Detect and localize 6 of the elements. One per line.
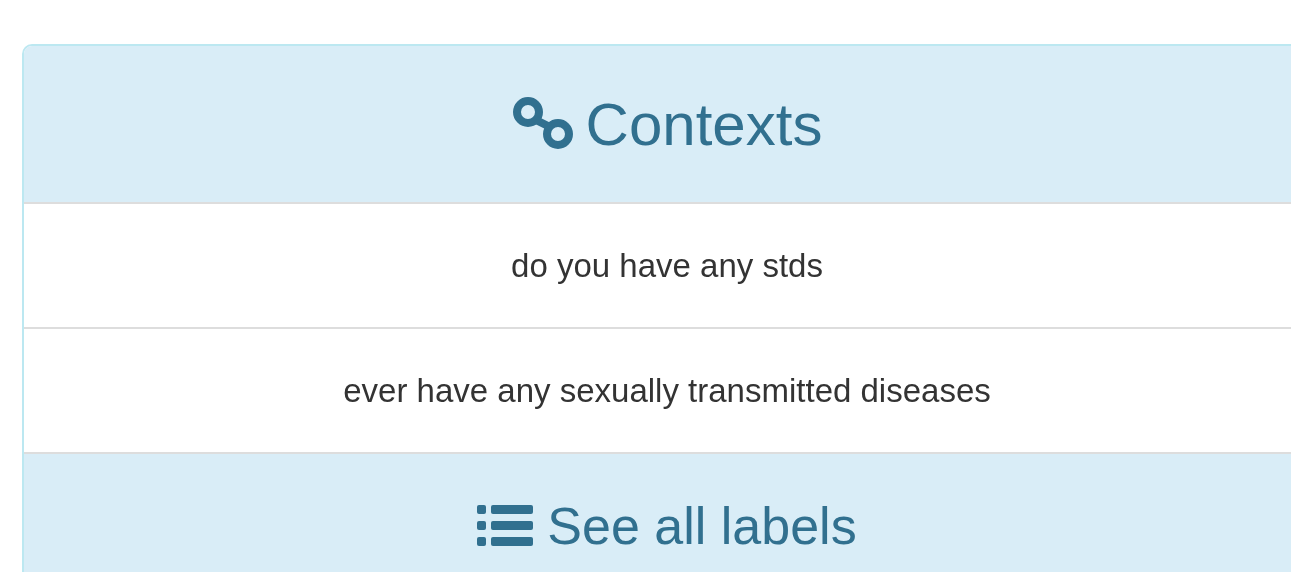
see-all-labels-link[interactable]: See all labels xyxy=(547,496,857,556)
link-icon xyxy=(511,96,576,152)
context-text: do you have any stds xyxy=(511,246,823,285)
panel-title: Contexts xyxy=(585,89,823,159)
context-text: ever have any sexually transmitted diseases xyxy=(343,371,991,410)
list-icon xyxy=(477,503,534,549)
